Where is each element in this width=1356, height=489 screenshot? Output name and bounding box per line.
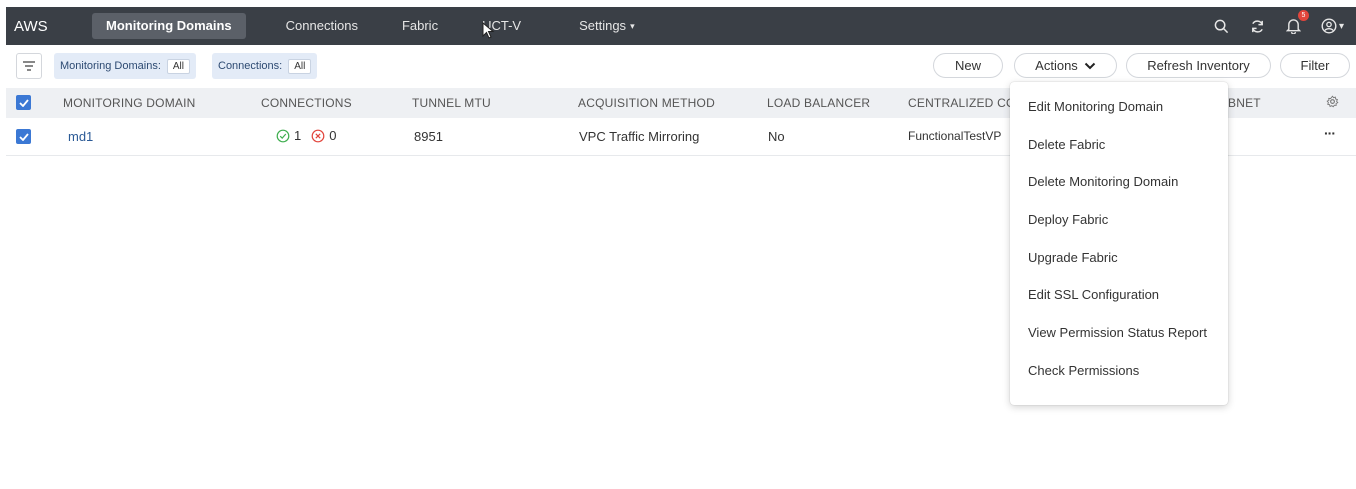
search-icon[interactable] — [1213, 17, 1231, 35]
menu-item-view-permission-status-report[interactable]: View Permission Status Report — [1010, 314, 1228, 352]
user-caret-icon: ▾ — [1338, 20, 1344, 32]
nav-settings[interactable]: Settings ▾ — [565, 13, 649, 39]
top-navigation-bar: AWS Monitoring Domains Connections Fabri… — [6, 7, 1356, 45]
actions-button-label: Actions — [1035, 58, 1078, 73]
nav-settings-label: Settings — [579, 18, 627, 33]
filter-button[interactable]: Filter — [1280, 53, 1350, 78]
column-header-centralized[interactable]: CENTRALIZED CO — [908, 96, 1015, 110]
new-button[interactable]: New — [933, 53, 1003, 78]
main-nav: Monitoring Domains Connections Fabric UC… — [92, 7, 649, 45]
filter-chip-connections[interactable]: Connections: All — [212, 53, 318, 79]
check-circle-icon — [276, 129, 290, 142]
brand-label: AWS — [14, 17, 48, 35]
monitoring-domain-link[interactable]: md1 — [68, 129, 93, 144]
user-menu[interactable]: ▾ — [1321, 18, 1344, 34]
menu-item-edit-monitoring-domain[interactable]: Edit Monitoring Domain — [1010, 88, 1228, 126]
chevron-down-icon — [1084, 62, 1096, 69]
menu-item-upgrade-fabric[interactable]: Upgrade Fabric — [1010, 239, 1228, 277]
column-header-tunnel-mtu[interactable]: TUNNEL MTU — [412, 96, 491, 110]
column-header-load-balancer[interactable]: LOAD BALANCER — [767, 96, 870, 110]
filter-chip-label: Connections: — [218, 60, 283, 72]
bell-icon[interactable]: 5 — [1285, 10, 1309, 35]
user-icon — [1321, 18, 1337, 34]
select-all-checkbox[interactable] — [16, 95, 31, 110]
refresh-inventory-button[interactable]: Refresh Inventory — [1126, 53, 1271, 78]
acquisition-method-value: VPC Traffic Mirroring — [579, 129, 700, 144]
x-circle-icon — [311, 129, 325, 142]
menu-item-check-permissions[interactable]: Check Permissions — [1010, 352, 1228, 390]
filter-lines-icon[interactable] — [16, 53, 42, 79]
connections-status: 1 0 — [276, 128, 336, 143]
mouse-cursor-icon — [482, 22, 495, 39]
top-icon-group: 5 ▾ — [1213, 7, 1344, 45]
filter-chip-value: All — [166, 58, 190, 74]
actions-button[interactable]: Actions — [1014, 53, 1117, 78]
nav-monitoring-domains[interactable]: Monitoring Domains — [92, 13, 246, 39]
row-checkbox[interactable] — [16, 129, 31, 144]
load-balancer-value: No — [768, 129, 785, 144]
filter-chip-label: Monitoring Domains: — [60, 60, 161, 72]
connections-ok-count: 1 — [294, 128, 302, 143]
nav-fabric[interactable]: Fabric — [388, 13, 452, 39]
caret-down-icon: ▾ — [630, 21, 635, 31]
connections-error-count: 0 — [329, 128, 337, 143]
row-more-options-icon[interactable]: ··· — [1324, 125, 1336, 141]
column-header-acquisition-method[interactable]: ACQUISITION METHOD — [578, 96, 715, 110]
filter-chip-monitoring-domains[interactable]: Monitoring Domains: All — [54, 53, 196, 79]
notification-badge: 5 — [1297, 10, 1309, 21]
centralized-value: FunctionalTestVP — [908, 129, 1002, 143]
filter-chip-value: All — [288, 58, 312, 74]
column-header-subnet[interactable]: BNET — [1228, 96, 1261, 110]
menu-item-deploy-fabric[interactable]: Deploy Fabric — [1010, 201, 1228, 239]
menu-item-delete-monitoring-domain[interactable]: Delete Monitoring Domain — [1010, 163, 1228, 201]
settings-gear-icon[interactable] — [1326, 95, 1339, 111]
nav-connections[interactable]: Connections — [272, 13, 372, 39]
column-header-monitoring-domain[interactable]: MONITORING DOMAIN — [63, 96, 196, 110]
menu-item-delete-fabric[interactable]: Delete Fabric — [1010, 126, 1228, 164]
refresh-icon[interactable] — [1249, 17, 1267, 35]
tunnel-mtu-value: 8951 — [414, 129, 443, 144]
actions-dropdown-menu: Edit Monitoring Domain Delete Fabric Del… — [1010, 82, 1228, 405]
column-header-connections[interactable]: CONNECTIONS — [261, 96, 352, 110]
menu-item-edit-ssl-configuration[interactable]: Edit SSL Configuration — [1010, 276, 1228, 314]
nav-uct-v[interactable]: UCT-V — [468, 13, 535, 39]
